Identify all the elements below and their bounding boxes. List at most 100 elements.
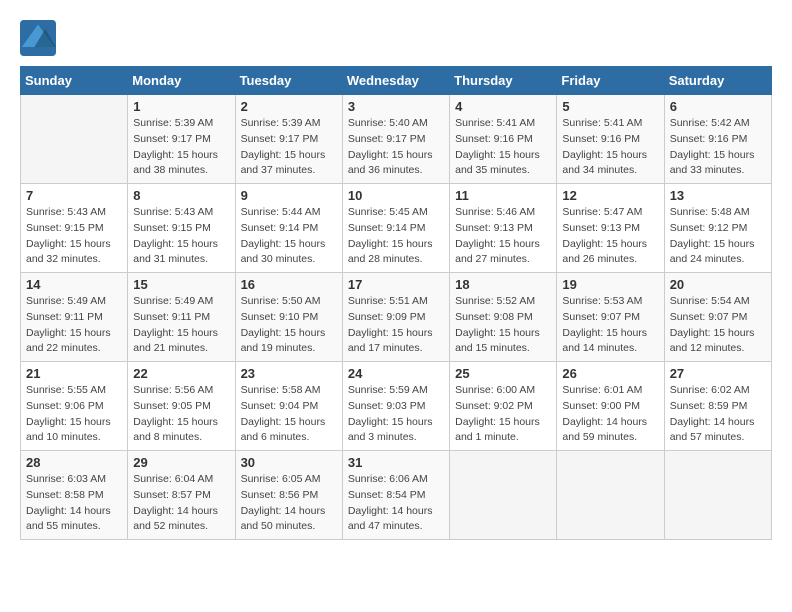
sunset-text: Sunset: 9:00 PM [562,400,640,412]
calendar-cell: 7 Sunrise: 5:43 AM Sunset: 9:15 PM Dayli… [21,184,128,273]
day-number: 8 [133,188,229,203]
logo-icon [20,20,56,56]
sunrise-text: Sunrise: 5:39 AM [133,117,213,129]
sunset-text: Sunset: 9:17 PM [133,133,211,145]
day-info: Sunrise: 6:00 AM Sunset: 9:02 PM Dayligh… [455,383,551,446]
calendar-cell: 20 Sunrise: 5:54 AM Sunset: 9:07 PM Dayl… [664,273,771,362]
calendar-cell: 17 Sunrise: 5:51 AM Sunset: 9:09 PM Dayl… [342,273,449,362]
daylight-text: Daylight: 14 hours and 50 minutes. [241,505,326,533]
logo [20,20,60,56]
calendar-cell: 21 Sunrise: 5:55 AM Sunset: 9:06 PM Dayl… [21,362,128,451]
calendar-cell: 5 Sunrise: 5:41 AM Sunset: 9:16 PM Dayli… [557,95,664,184]
day-info: Sunrise: 6:03 AM Sunset: 8:58 PM Dayligh… [26,472,122,535]
calendar-table: SundayMondayTuesdayWednesdayThursdayFrid… [20,66,772,540]
day-number: 4 [455,99,551,114]
calendar-cell: 2 Sunrise: 5:39 AM Sunset: 9:17 PM Dayli… [235,95,342,184]
day-info: Sunrise: 5:59 AM Sunset: 9:03 PM Dayligh… [348,383,444,446]
sunrise-text: Sunrise: 5:45 AM [348,206,428,218]
sunset-text: Sunset: 9:14 PM [348,222,426,234]
sunrise-text: Sunrise: 5:59 AM [348,384,428,396]
calendar-cell: 24 Sunrise: 5:59 AM Sunset: 9:03 PM Dayl… [342,362,449,451]
day-number: 15 [133,277,229,292]
day-number: 30 [241,455,337,470]
day-number: 24 [348,366,444,381]
sunrise-text: Sunrise: 5:52 AM [455,295,535,307]
sunrise-text: Sunrise: 5:39 AM [241,117,321,129]
day-info: Sunrise: 5:56 AM Sunset: 9:05 PM Dayligh… [133,383,229,446]
calendar-header: SundayMondayTuesdayWednesdayThursdayFrid… [21,67,772,95]
day-info: Sunrise: 5:43 AM Sunset: 9:15 PM Dayligh… [26,205,122,268]
weekday-header: Thursday [450,67,557,95]
sunset-text: Sunset: 9:04 PM [241,400,319,412]
daylight-text: Daylight: 15 hours and 37 minutes. [241,149,326,177]
daylight-text: Daylight: 14 hours and 59 minutes. [562,416,647,444]
sunrise-text: Sunrise: 5:55 AM [26,384,106,396]
calendar-cell: 11 Sunrise: 5:46 AM Sunset: 9:13 PM Dayl… [450,184,557,273]
daylight-text: Daylight: 14 hours and 57 minutes. [670,416,755,444]
daylight-text: Daylight: 14 hours and 52 minutes. [133,505,218,533]
day-number: 21 [26,366,122,381]
calendar-cell: 18 Sunrise: 5:52 AM Sunset: 9:08 PM Dayl… [450,273,557,362]
sunrise-text: Sunrise: 6:02 AM [670,384,750,396]
sunset-text: Sunset: 9:13 PM [562,222,640,234]
day-number: 2 [241,99,337,114]
calendar-cell: 28 Sunrise: 6:03 AM Sunset: 8:58 PM Dayl… [21,451,128,540]
sunset-text: Sunset: 9:06 PM [26,400,104,412]
day-number: 13 [670,188,766,203]
sunset-text: Sunset: 9:12 PM [670,222,748,234]
calendar-body: 1 Sunrise: 5:39 AM Sunset: 9:17 PM Dayli… [21,95,772,540]
day-number: 9 [241,188,337,203]
sunset-text: Sunset: 8:56 PM [241,489,319,501]
day-info: Sunrise: 5:41 AM Sunset: 9:16 PM Dayligh… [455,116,551,179]
sunset-text: Sunset: 9:02 PM [455,400,533,412]
sunset-text: Sunset: 9:15 PM [133,222,211,234]
daylight-text: Daylight: 15 hours and 15 minutes. [455,327,540,355]
sunrise-text: Sunrise: 5:51 AM [348,295,428,307]
day-info: Sunrise: 5:43 AM Sunset: 9:15 PM Dayligh… [133,205,229,268]
day-number: 12 [562,188,658,203]
day-number: 10 [348,188,444,203]
calendar-week-row: 14 Sunrise: 5:49 AM Sunset: 9:11 PM Dayl… [21,273,772,362]
weekday-header: Sunday [21,67,128,95]
day-info: Sunrise: 5:47 AM Sunset: 9:13 PM Dayligh… [562,205,658,268]
day-info: Sunrise: 5:49 AM Sunset: 9:11 PM Dayligh… [133,294,229,357]
calendar-cell: 4 Sunrise: 5:41 AM Sunset: 9:16 PM Dayli… [450,95,557,184]
daylight-text: Daylight: 15 hours and 8 minutes. [133,416,218,444]
sunrise-text: Sunrise: 5:58 AM [241,384,321,396]
weekday-row: SundayMondayTuesdayWednesdayThursdayFrid… [21,67,772,95]
day-number: 31 [348,455,444,470]
sunrise-text: Sunrise: 5:41 AM [455,117,535,129]
calendar-cell: 14 Sunrise: 5:49 AM Sunset: 9:11 PM Dayl… [21,273,128,362]
calendar-week-row: 21 Sunrise: 5:55 AM Sunset: 9:06 PM Dayl… [21,362,772,451]
day-number: 25 [455,366,551,381]
day-number: 1 [133,99,229,114]
sunrise-text: Sunrise: 6:01 AM [562,384,642,396]
day-info: Sunrise: 5:41 AM Sunset: 9:16 PM Dayligh… [562,116,658,179]
day-info: Sunrise: 5:45 AM Sunset: 9:14 PM Dayligh… [348,205,444,268]
sunset-text: Sunset: 9:11 PM [26,311,103,323]
day-number: 20 [670,277,766,292]
sunset-text: Sunset: 9:07 PM [670,311,748,323]
daylight-text: Daylight: 15 hours and 26 minutes. [562,238,647,266]
sunset-text: Sunset: 9:07 PM [562,311,640,323]
day-info: Sunrise: 5:54 AM Sunset: 9:07 PM Dayligh… [670,294,766,357]
daylight-text: Daylight: 15 hours and 28 minutes. [348,238,433,266]
day-number: 28 [26,455,122,470]
sunrise-text: Sunrise: 5:54 AM [670,295,750,307]
calendar-cell: 26 Sunrise: 6:01 AM Sunset: 9:00 PM Dayl… [557,362,664,451]
day-info: Sunrise: 5:46 AM Sunset: 9:13 PM Dayligh… [455,205,551,268]
sunset-text: Sunset: 9:03 PM [348,400,426,412]
daylight-text: Daylight: 14 hours and 47 minutes. [348,505,433,533]
day-info: Sunrise: 5:39 AM Sunset: 9:17 PM Dayligh… [133,116,229,179]
sunset-text: Sunset: 9:11 PM [133,311,210,323]
sunset-text: Sunset: 9:17 PM [348,133,426,145]
calendar-cell [21,95,128,184]
daylight-text: Daylight: 15 hours and 38 minutes. [133,149,218,177]
day-number: 7 [26,188,122,203]
daylight-text: Daylight: 15 hours and 6 minutes. [241,416,326,444]
day-info: Sunrise: 5:42 AM Sunset: 9:16 PM Dayligh… [670,116,766,179]
day-number: 26 [562,366,658,381]
sunrise-text: Sunrise: 5:40 AM [348,117,428,129]
calendar-cell [664,451,771,540]
sunrise-text: Sunrise: 5:50 AM [241,295,321,307]
